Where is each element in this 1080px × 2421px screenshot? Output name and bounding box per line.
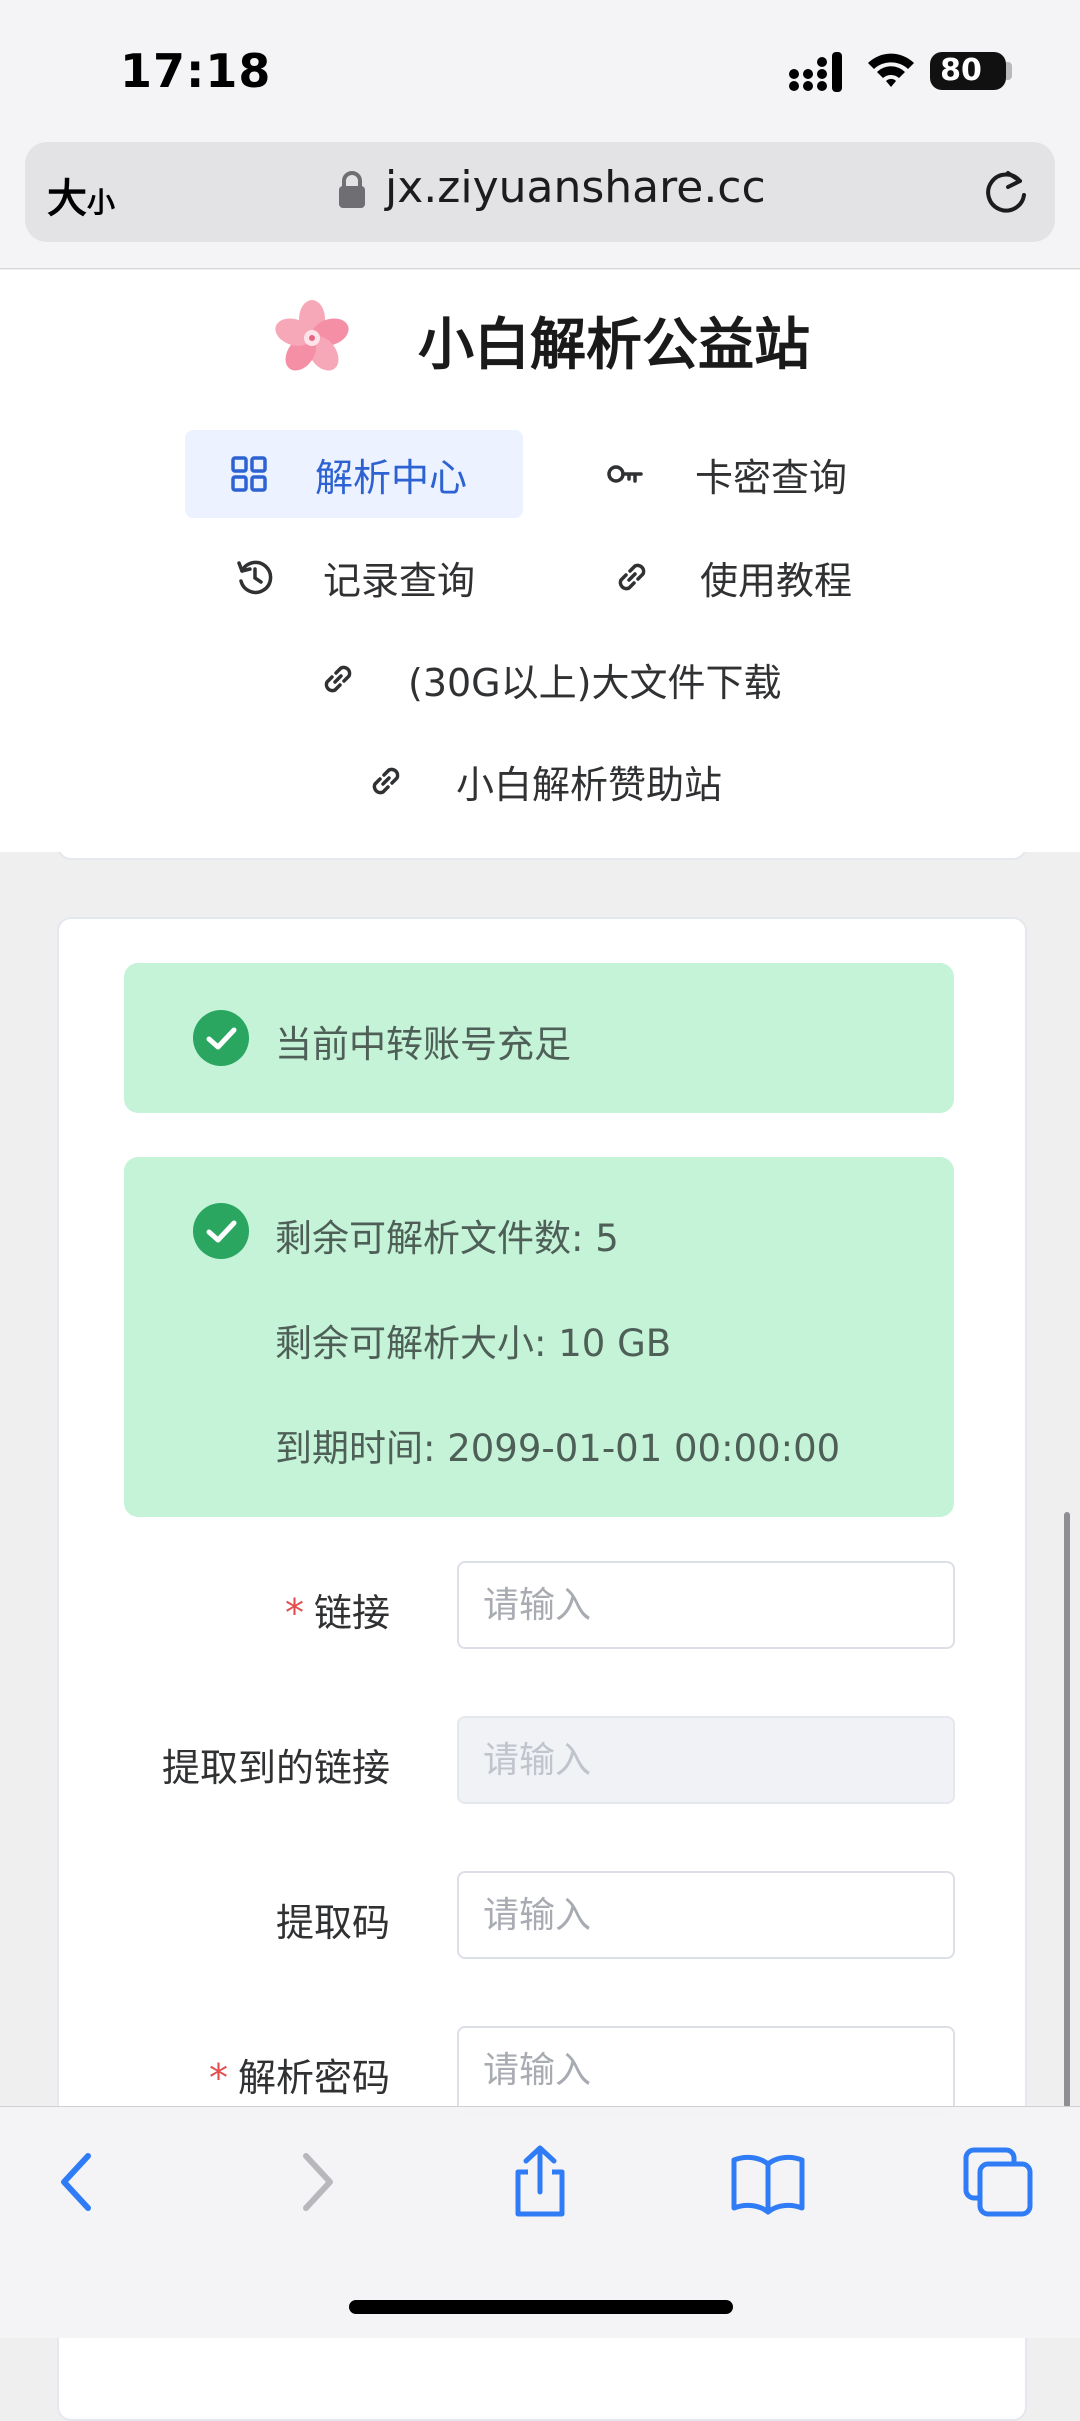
nav-big-file-download[interactable]: (30G以上)大文件下载 (318, 635, 878, 723)
extracted-link-input (457, 1716, 955, 1804)
link-label: * 链接 (70, 1582, 390, 1637)
status-time: 17:18 (120, 44, 272, 98)
remaining-size-text: 剩余可解析大小: 10 GB (275, 1322, 672, 1365)
tabs-icon[interactable] (958, 2142, 1038, 2222)
check-circle-icon (193, 1010, 249, 1066)
expiry-text: 到期时间: 2099-01-01 00:00:00 (275, 1427, 841, 1470)
extracted-link-label-text: 提取到的链接 (161, 1746, 390, 1790)
required-mark: * (208, 2056, 228, 2100)
link-input[interactable] (457, 1561, 955, 1649)
text-size-button[interactable]: 大小 (47, 166, 115, 224)
remaining-files-text: 剩余可解析文件数: 5 (275, 1217, 619, 1260)
share-icon[interactable] (500, 2142, 580, 2222)
wifi-icon (868, 53, 914, 87)
nav-parse-center[interactable]: 解析中心 (185, 430, 523, 518)
lock-icon (339, 171, 365, 208)
link-icon (372, 767, 400, 795)
extracted-link-label: 提取到的链接 (70, 1737, 390, 1792)
url-text[interactable]: jx.ziyuanshare.cc (385, 162, 766, 213)
home-indicator (349, 2300, 733, 2314)
nav-parse-center-label: 解析中心 (315, 455, 468, 500)
key-icon (607, 465, 643, 483)
required-mark: * (284, 1591, 304, 1635)
link-icon (324, 665, 352, 693)
grid-icon (231, 456, 267, 492)
battery-icon: 80 (930, 52, 1006, 90)
parse-password-label: * 解析密码 (70, 2047, 390, 2102)
forward-icon[interactable] (274, 2142, 354, 2222)
nav-card-query-label: 卡密查询 (695, 455, 848, 500)
battery-cap (1006, 62, 1012, 80)
extract-code-label-text: 提取码 (275, 1901, 390, 1945)
parse-password-label-text: 解析密码 (237, 2056, 390, 2100)
parse-password-input[interactable] (457, 2026, 955, 2114)
back-icon[interactable] (40, 2142, 120, 2222)
browser-chrome: 17:18 80 大小 jx.ziyuanshare.cc (0, 0, 1080, 269)
nav-record-query-label: 记录查询 (323, 558, 476, 603)
nav-card-query[interactable]: 卡密查询 (598, 430, 898, 518)
nav-tutorial[interactable]: 使用教程 (612, 533, 912, 621)
nav-big-file-download-label: (30G以上)大文件下载 (408, 660, 782, 705)
reload-icon[interactable] (980, 167, 1032, 219)
link-icon (618, 563, 646, 591)
battery-level: 80 (940, 53, 982, 88)
address-bar[interactable]: 大小 jx.ziyuanshare.cc (25, 142, 1055, 242)
extract-code-label: 提取码 (70, 1892, 390, 1947)
relay-status-text: 当前中转账号充足 (275, 1023, 571, 1066)
sakura-logo-icon (275, 300, 349, 371)
nav-sponsor-site-label: 小白解析赞助站 (456, 762, 723, 807)
text-size-large: 大 (47, 176, 87, 222)
history-icon (237, 560, 273, 595)
nav-tutorial-label: 使用教程 (700, 558, 853, 603)
site-title: 小白解析公益站 (418, 313, 810, 378)
nav-record-query[interactable]: 记录查询 (235, 533, 535, 621)
link-label-text: 链接 (313, 1591, 390, 1635)
extract-code-input[interactable] (457, 1871, 955, 1959)
check-circle-icon (193, 1203, 249, 1259)
bookmarks-icon[interactable] (728, 2142, 808, 2222)
nav-sponsor-site[interactable]: 小白解析赞助站 (366, 737, 786, 825)
text-size-small: 小 (87, 186, 116, 219)
page-scrollbar[interactable] (1064, 1512, 1070, 2108)
cellular-signal-icon (789, 52, 842, 92)
